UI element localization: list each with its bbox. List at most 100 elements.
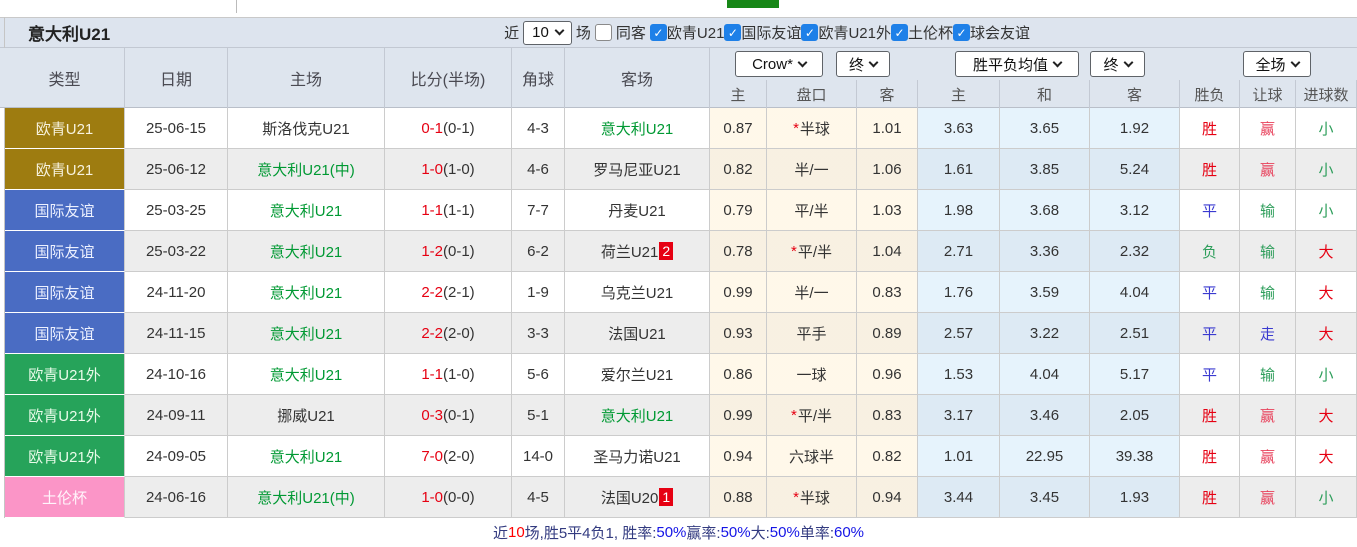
half-time-score: (2-1)	[443, 284, 475, 301]
cell-result: 平	[1180, 272, 1240, 313]
cell-home-team: 挪威U21	[228, 395, 385, 436]
footer-stat-segment: 近	[493, 522, 508, 543]
cell-odds-home: 0.99	[710, 272, 767, 313]
away-team-name: 圣马力诺U21	[593, 446, 681, 467]
filter-checkbox[interactable]: ✓	[801, 24, 818, 41]
half-time-score: (0-1)	[443, 120, 475, 137]
cell-home-team: 意大利U21(中)	[228, 149, 385, 190]
cell-handicap: 一球	[767, 354, 857, 395]
cell-competition-type: 国际友谊	[5, 313, 125, 354]
away-rank-badge: 2	[659, 242, 673, 260]
same-away-checkbox[interactable]	[595, 24, 612, 41]
cell-handicap: *半球	[767, 477, 857, 518]
cell-result: 胜	[1180, 477, 1240, 518]
away-rank-badge: 1	[659, 488, 673, 506]
cell-score: 1-2(0-1)	[385, 231, 512, 272]
cell-let-ball: 走	[1240, 313, 1296, 354]
table-row: 土伦杯 24-06-16 意大利U21(中) 1-0(0-0) 4-5 法国U2…	[5, 477, 1357, 518]
cell-corners: 7-7	[512, 190, 565, 231]
cell-avg-draw: 3.59	[1000, 272, 1090, 313]
cell-avg-home: 1.76	[918, 272, 1000, 313]
cell-odds-away: 0.82	[857, 436, 918, 477]
chevron-down-icon	[797, 57, 807, 67]
subcol-avg-away: 客	[1090, 80, 1180, 108]
footer-stat-segment: 50%	[721, 524, 751, 541]
filter-item: ✓欧青U21外	[801, 22, 891, 43]
cell-date: 24-10-16	[125, 354, 228, 395]
cell-goals: 小	[1296, 477, 1357, 518]
cell-avg-away: 4.04	[1090, 272, 1180, 313]
chevron-down-icon	[1053, 57, 1063, 67]
cell-avg-draw: 4.04	[1000, 354, 1090, 395]
cell-away-team: 法国U201	[565, 477, 710, 518]
cell-handicap: *半球	[767, 108, 857, 149]
cell-avg-away: 39.38	[1090, 436, 1180, 477]
filter-checkbox[interactable]: ✓	[953, 24, 970, 41]
cell-corners: 4-3	[512, 108, 565, 149]
cell-result: 胜	[1180, 149, 1240, 190]
match-history-panel: 意大利U21 近 10 场 同客 ✓欧青U21✓国际友谊✓欧青U21外✓土伦杯✓…	[0, 0, 1357, 547]
active-tab-remnant[interactable]	[727, 0, 779, 8]
top-strip	[0, 0, 1357, 17]
match-count-select[interactable]: 10	[523, 21, 572, 45]
table-row: 欧青U21外 24-09-05 意大利U21 7-0(2-0) 14-0 圣马力…	[5, 436, 1357, 477]
cell-away-team: 意大利U21	[565, 108, 710, 149]
subcol-handicap: 盘口	[767, 80, 857, 108]
full-time-score: 0-3	[421, 407, 443, 424]
cell-goals: 大	[1296, 272, 1357, 313]
filter-checkbox[interactable]: ✓	[891, 24, 908, 41]
cell-let-ball: 赢	[1240, 477, 1296, 518]
table-row: 欧青U21外 24-09-11 挪威U21 0-3(0-1) 5-1 意大利U2…	[5, 395, 1357, 436]
away-team-name: 意大利U21	[601, 118, 674, 139]
bookmaker-select[interactable]: Crow*	[735, 51, 823, 77]
cell-odds-home: 0.93	[710, 313, 767, 354]
full-time-score: 0-1	[421, 120, 443, 137]
cell-avg-draw: 3.85	[1000, 149, 1090, 190]
cell-avg-home: 1.61	[918, 149, 1000, 190]
col-header-home: 主场	[228, 48, 385, 108]
cell-result: 胜	[1180, 436, 1240, 477]
cell-away-team: 圣马力诺U21	[565, 436, 710, 477]
filter-item: ✓土伦杯	[891, 22, 953, 43]
cell-competition-type: 欧青U21	[5, 149, 125, 190]
filter-checkbox[interactable]: ✓	[724, 24, 741, 41]
cell-home-team: 意大利U21(中)	[228, 477, 385, 518]
cell-score: 1-1(1-0)	[385, 354, 512, 395]
chevron-down-icon	[1290, 57, 1300, 67]
half-time-score: (0-1)	[443, 407, 475, 424]
subcol-let-ball: 让球	[1240, 80, 1296, 108]
cell-date: 25-06-12	[125, 149, 228, 190]
cell-competition-type: 欧青U21	[5, 108, 125, 149]
cell-odds-home: 0.88	[710, 477, 767, 518]
cell-handicap: 平/半	[767, 190, 857, 231]
table-header: 类型 日期 主场 比分(半场) 角球 客场 Crow* 终 胜平负均值 终 全场…	[0, 48, 1357, 108]
away-team-name: 荷兰U21	[601, 241, 659, 262]
half-time-score: (0-0)	[443, 489, 475, 506]
filter-checkbox[interactable]: ✓	[650, 24, 667, 41]
cell-competition-type: 欧青U21外	[5, 395, 125, 436]
period-select[interactable]: 全场	[1243, 51, 1311, 77]
cell-avg-draw: 3.65	[1000, 108, 1090, 149]
cell-avg-home: 3.44	[918, 477, 1000, 518]
handicap-star: *	[791, 407, 797, 424]
filter-label: 土伦杯	[908, 22, 953, 43]
cell-corners: 5-6	[512, 354, 565, 395]
cell-odds-home: 0.94	[710, 436, 767, 477]
cell-date: 24-11-15	[125, 313, 228, 354]
cell-competition-type: 国际友谊	[5, 272, 125, 313]
avg-time-select[interactable]: 终	[1090, 51, 1145, 77]
handicap-time-select[interactable]: 终	[836, 51, 890, 77]
cell-handicap: 平手	[767, 313, 857, 354]
summary-footer: 近10场,胜5平4负1, 胜率:50% 赢率:50% 大:50% 单率:60%	[0, 518, 1357, 547]
full-time-score: 1-1	[421, 366, 443, 383]
half-time-score: (1-0)	[443, 366, 475, 383]
cell-handicap: *平/半	[767, 395, 857, 436]
cell-result: 平	[1180, 190, 1240, 231]
avg-odds-select[interactable]: 胜平负均值	[955, 51, 1079, 77]
cell-corners: 5-1	[512, 395, 565, 436]
table-body: 欧青U21 25-06-15 斯洛伐克U21 0-1(0-1) 4-3 意大利U…	[0, 108, 1357, 518]
subcol-odds-away: 客	[857, 80, 918, 108]
cell-result: 平	[1180, 313, 1240, 354]
table-row: 国际友谊 25-03-25 意大利U21 1-1(1-1) 7-7 丹麦U21 …	[5, 190, 1357, 231]
cell-score: 1-0(0-0)	[385, 477, 512, 518]
